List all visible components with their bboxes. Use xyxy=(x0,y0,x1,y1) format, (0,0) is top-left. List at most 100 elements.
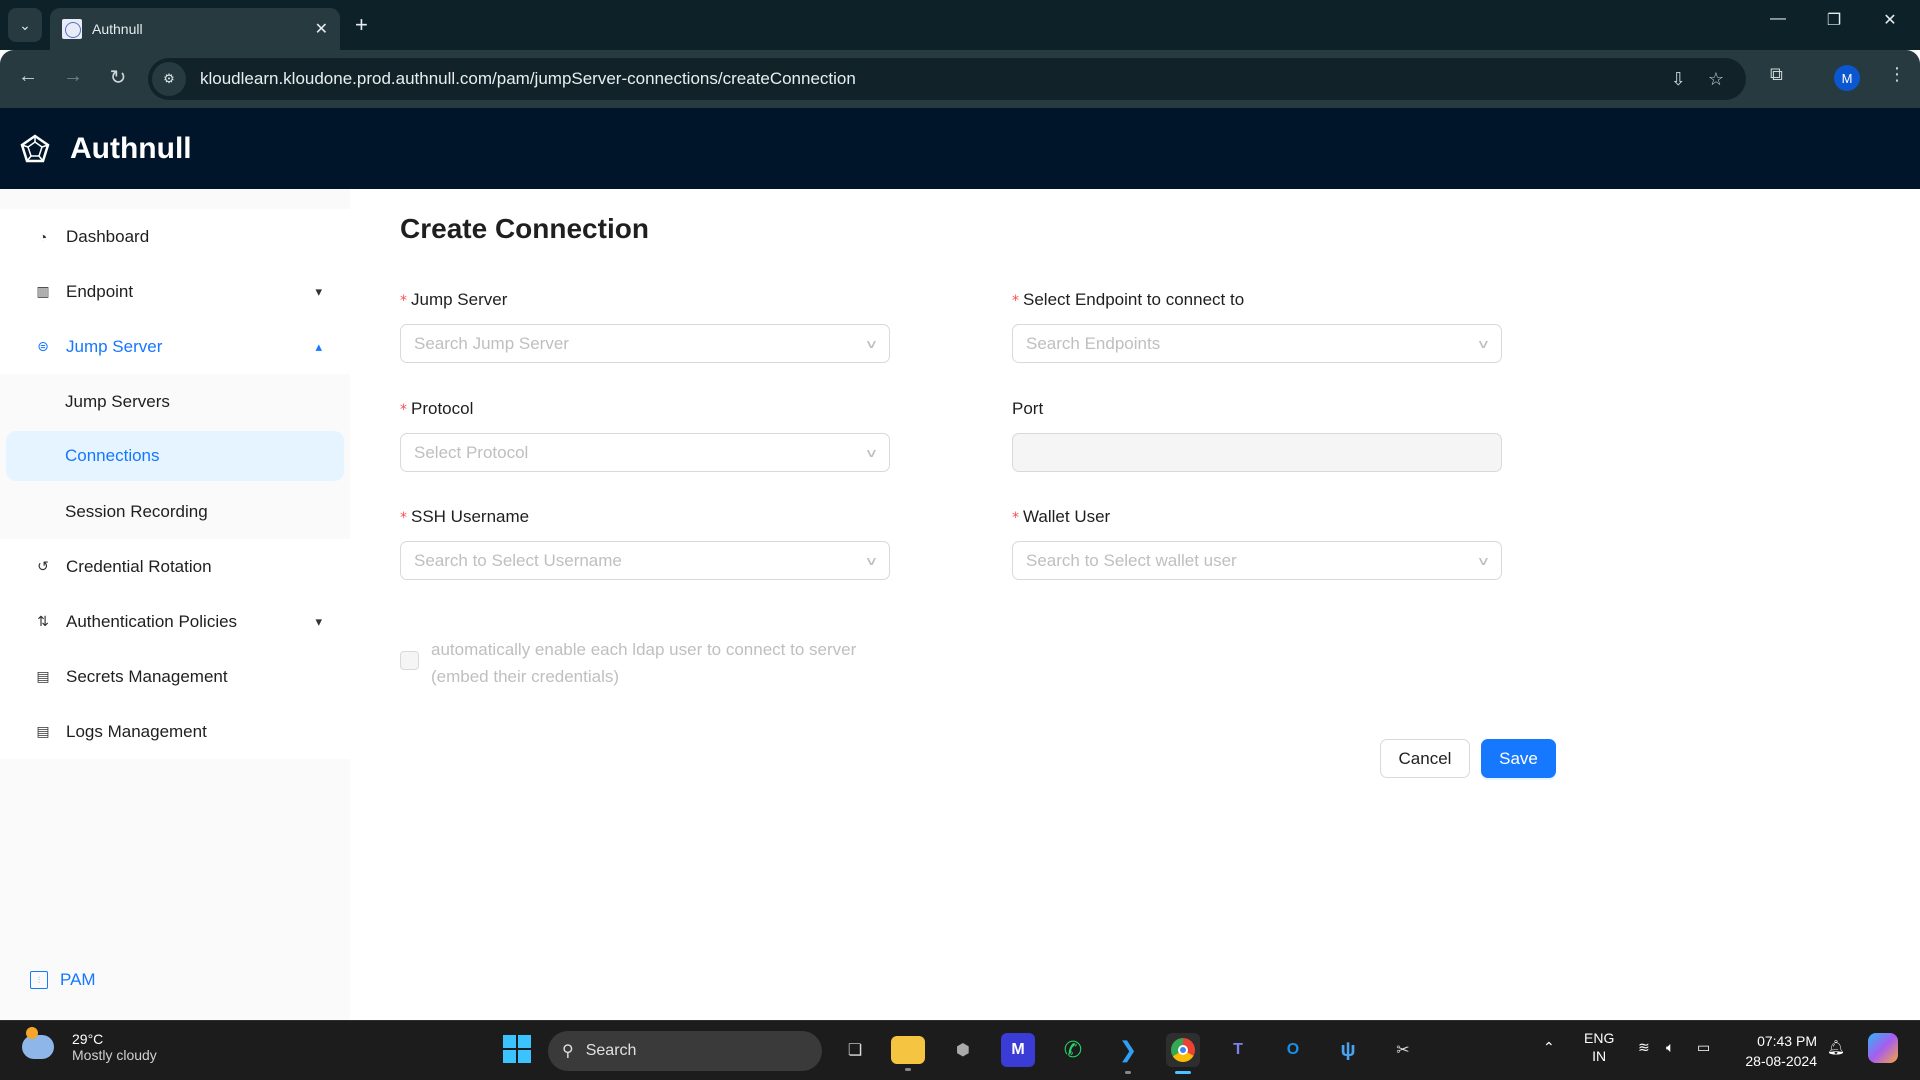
sidebar-item-connections[interactable]: Connections xyxy=(6,431,344,481)
vscode-icon[interactable]: ❯ xyxy=(1111,1033,1145,1074)
volume-icon[interactable]: 🔈︎ xyxy=(1666,1039,1674,1056)
copilot-icon[interactable] xyxy=(1868,1033,1898,1063)
minimize-button[interactable]: — xyxy=(1758,10,1798,28)
sidebar-item-jump-servers[interactable]: Jump Servers xyxy=(0,374,350,429)
sidebar-item-session-recording[interactable]: Session Recording xyxy=(0,484,350,539)
ssh-username-label: * SSH Username xyxy=(400,507,530,526)
address-bar[interactable]: ⚙ kloudlearn.kloudone.prod.authnull.com/… xyxy=(148,58,1746,100)
weather-temp: 29°C xyxy=(72,1031,104,1047)
chevron-down-icon: ∨ xyxy=(1476,553,1491,568)
jump-server-icon: ⊜ xyxy=(37,338,49,354)
chrome-icon[interactable] xyxy=(1166,1033,1200,1074)
port-input[interactable] xyxy=(1012,433,1502,472)
tray-overflow-icon[interactable]: ⌃ xyxy=(1543,1039,1555,1056)
required-mark: * xyxy=(400,510,407,526)
logo-icon xyxy=(20,133,50,162)
sidebar-item-dashboard[interactable]: ◔ Dashboard xyxy=(0,209,350,264)
sidebar-item-authentication-policies[interactable]: ⇅ Authentication Policies ▾ xyxy=(0,594,350,649)
profile-avatar[interactable]: M xyxy=(1834,65,1860,91)
sidebar-item-label: Credential Rotation xyxy=(66,556,212,576)
outlook-icon[interactable]: O xyxy=(1276,1033,1310,1067)
close-tab-icon[interactable]: ✕ xyxy=(315,19,328,39)
sidebar-item-secrets-management[interactable]: ▤ Secrets Management xyxy=(0,649,350,704)
chevron-down-icon: ⌄ xyxy=(19,16,31,33)
secrets-icon: ▤ xyxy=(36,668,50,684)
back-button[interactable]: ← xyxy=(13,65,43,88)
jump-server-label: * Jump Server xyxy=(400,290,508,309)
jump-server-placeholder: Search Jump Server xyxy=(414,333,569,353)
ssh-username-placeholder: Search to Select Username xyxy=(414,550,622,570)
wallet-user-label: * Wallet User xyxy=(1012,507,1111,526)
taskbar-search[interactable]: ⚲ Search xyxy=(548,1031,822,1071)
chevron-down-icon: ∨ xyxy=(864,553,879,568)
notification-bell-icon[interactable]: 🔔︎ xyxy=(1827,1039,1845,1056)
task-view-icon[interactable]: ❏ xyxy=(838,1033,872,1067)
cancel-button[interactable]: Cancel xyxy=(1380,739,1470,778)
auto-enable-checkbox[interactable] xyxy=(400,651,419,670)
logs-icon: ▤ xyxy=(36,723,50,739)
chevron-down-icon: ∨ xyxy=(864,445,879,460)
endpoint-placeholder: Search Endpoints xyxy=(1026,333,1161,353)
restore-button[interactable]: ❐ xyxy=(1814,10,1854,30)
clock-date: 28-08-2024 xyxy=(1745,1053,1817,1069)
app-m-icon[interactable]: M xyxy=(1001,1033,1035,1067)
port-field: Port xyxy=(1012,399,1502,472)
language-indicator[interactable]: ENG IN xyxy=(1584,1029,1614,1065)
required-mark: * xyxy=(1012,293,1019,309)
extensions-icon[interactable]: ⧉ xyxy=(1770,64,1783,85)
pam-label: PAM xyxy=(60,970,96,989)
menu-kebab-icon[interactable]: ⋮ xyxy=(1888,64,1906,85)
tab-search-button[interactable]: ⌄ xyxy=(8,8,42,42)
save-button[interactable]: Save xyxy=(1481,739,1556,778)
snipping-tool-icon[interactable]: ✂ xyxy=(1386,1033,1420,1067)
required-mark: * xyxy=(1012,510,1019,526)
wifi-icon[interactable]: ≋ xyxy=(1638,1039,1650,1056)
file-explorer-icon[interactable] xyxy=(891,1036,925,1071)
site-info-icon[interactable]: ⚙ xyxy=(152,62,186,96)
battery-icon[interactable]: ▭ xyxy=(1697,1039,1710,1056)
app-coral-icon[interactable]: ψ xyxy=(1331,1033,1365,1067)
url-text[interactable]: kloudlearn.kloudone.prod.authnull.com/pa… xyxy=(200,69,1671,89)
wallet-user-select[interactable]: Search to Select wallet user ∨ xyxy=(1012,541,1502,580)
close-window-button[interactable]: ✕ xyxy=(1870,10,1910,30)
reload-button[interactable]: ↻ xyxy=(103,65,133,90)
taskbar-search-label: Search xyxy=(585,1042,637,1059)
weather-widget[interactable]: 29°C Mostly cloudy xyxy=(22,1027,157,1063)
new-tab-button[interactable]: + xyxy=(355,12,368,38)
sidebar-item-label: Logs Management xyxy=(66,721,207,741)
sidebar-item-credential-rotation[interactable]: ↺ Credential Rotation xyxy=(0,539,350,594)
sidebar-item-label: Endpoint xyxy=(66,281,134,301)
weather-cloud-icon xyxy=(22,1027,54,1059)
page-title: Create Connection xyxy=(400,213,649,244)
start-button[interactable] xyxy=(503,1035,531,1063)
browser-tab[interactable]: Authnull ✕ xyxy=(50,8,340,50)
required-mark: * xyxy=(400,293,407,309)
ssh-username-field: * SSH Username Search to Select Username … xyxy=(400,507,890,580)
whatsapp-icon[interactable]: ✆ xyxy=(1056,1033,1090,1067)
sidebar-item-endpoint[interactable]: ▥ Endpoint ▾ xyxy=(0,264,350,319)
main-content: Create Connection * Jump Server Search Ju… xyxy=(350,189,1920,1020)
bookmark-star-icon[interactable]: ☆ xyxy=(1708,69,1724,90)
protocol-select[interactable]: Select Protocol ∨ xyxy=(400,433,890,472)
ssh-username-select[interactable]: Search to Select Username ∨ xyxy=(400,541,890,580)
dashboard-icon: ◔ xyxy=(38,228,48,245)
taskbar: 29°C Mostly cloudy ⚲ Search ❏ ⬢ M ✆ ❯ T … xyxy=(0,1020,1920,1080)
clock-time: 07:43 PM xyxy=(1757,1033,1817,1049)
endpoint-select[interactable]: Search Endpoints ∨ xyxy=(1012,324,1502,363)
weather-desc: Mostly cloudy xyxy=(72,1047,157,1063)
sidebar-item-jump-server[interactable]: ⊜ Jump Server ▴ xyxy=(0,319,350,374)
protocol-field: * Protocol Select Protocol ∨ xyxy=(400,399,890,472)
teams-icon[interactable]: T xyxy=(1221,1033,1255,1067)
language-code: ENG xyxy=(1584,1030,1615,1046)
app-header: Authnull xyxy=(0,108,1920,189)
jump-server-select[interactable]: Search Jump Server ∨ xyxy=(400,324,890,363)
forward-button[interactable]: → xyxy=(58,65,88,88)
system-clock[interactable]: 07:43 PM 28-08-2024 xyxy=(1737,1031,1817,1071)
sidebar-item-logs-management[interactable]: ▤ Logs Management xyxy=(0,704,350,759)
pam-switch[interactable]: ⫶ PAM xyxy=(30,970,96,990)
app-hexagon-icon[interactable]: ⬢ xyxy=(946,1033,980,1067)
tab-title: Authnull xyxy=(92,21,143,37)
port-label: Port xyxy=(1012,399,1044,418)
favicon-icon xyxy=(62,19,82,39)
install-app-icon[interactable]: ⇩ xyxy=(1671,69,1686,90)
